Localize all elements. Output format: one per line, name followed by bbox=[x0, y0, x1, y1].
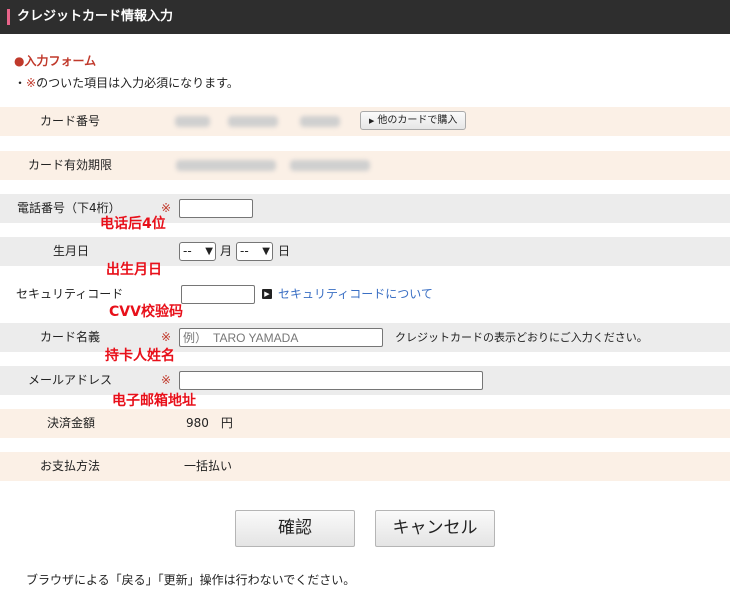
footer-note: ブラウザによる「戻る」「更新」操作は行わないでください。 bbox=[26, 573, 356, 587]
month-unit: 月 bbox=[220, 244, 233, 258]
play-icon: ▶ bbox=[369, 117, 375, 125]
email-input[interactable] bbox=[179, 371, 483, 390]
chevron-down-icon: ▼ bbox=[262, 246, 270, 257]
phone-last4-input[interactable] bbox=[179, 199, 253, 218]
other-card-button[interactable]: ▶ 他のカードで購入 bbox=[360, 111, 467, 130]
note-prefix: ・ bbox=[14, 76, 27, 90]
email-row: メールアドレス ※ bbox=[0, 366, 730, 395]
page-header: クレジットカード情報入力 bbox=[0, 0, 730, 34]
birth-day-value: -- bbox=[240, 244, 249, 258]
card-holder-name-input[interactable] bbox=[179, 328, 383, 347]
card-number-masked bbox=[175, 116, 210, 127]
card-name-hint: クレジットカードの表示どおりにご入力ください。 bbox=[395, 331, 648, 344]
amount-label: 決済金額 bbox=[47, 416, 96, 430]
security-code-link[interactable]: セキュリティコードについて bbox=[278, 280, 433, 309]
card-expiry-row: カード有効期限 bbox=[0, 151, 730, 180]
form-heading: ●入力フォーム bbox=[14, 54, 97, 68]
cancel-button[interactable]: キャンセル bbox=[375, 510, 495, 547]
other-card-button-label: 他のカードで購入 bbox=[377, 115, 458, 126]
page-title: クレジットカード情報入力 bbox=[17, 9, 174, 24]
amount-value: 980 円 bbox=[186, 416, 233, 430]
card-name-annotation: 持卡人姓名 bbox=[105, 348, 175, 364]
note-text: のついた項目は入力必須になります。 bbox=[36, 76, 239, 90]
birth-day-select[interactable]: -- ▼ bbox=[236, 242, 273, 261]
birthday-label: 生月日 bbox=[53, 244, 90, 258]
birthday-annotation: 出生月日 bbox=[106, 262, 162, 278]
confirm-button[interactable]: 確認 bbox=[235, 510, 355, 547]
birth-month-value: -- bbox=[183, 244, 192, 258]
chevron-down-icon: ▼ bbox=[205, 246, 213, 257]
payment-row: お支払方法 一括払い bbox=[0, 452, 730, 481]
card-name-label: カード名義 bbox=[40, 330, 101, 344]
security-code-input[interactable] bbox=[181, 285, 255, 304]
email-annotation: 电子邮箱地址 bbox=[112, 393, 196, 409]
day-unit: 日 bbox=[278, 244, 291, 258]
email-label: メールアドレス bbox=[28, 373, 113, 387]
card-expiry-label: カード有効期限 bbox=[28, 158, 113, 172]
card-number-masked bbox=[300, 116, 340, 127]
card-number-label: カード番号 bbox=[40, 114, 101, 128]
card-expiry-masked bbox=[290, 160, 370, 171]
security-annotation: CVV校验码 bbox=[109, 304, 183, 320]
phone-annotation: 电话后4位 bbox=[100, 216, 166, 232]
card-expiry-masked bbox=[176, 160, 276, 171]
amount-row: 決済金額 980 円 bbox=[0, 409, 730, 438]
required-mark: ※ bbox=[26, 76, 37, 90]
security-label: セキュリティコード bbox=[16, 287, 124, 301]
card-number-masked bbox=[228, 116, 278, 127]
birth-month-select[interactable]: -- ▼ bbox=[179, 242, 216, 261]
card-number-row: カード番号 ▶ 他のカードで購入 bbox=[0, 107, 730, 136]
arrow-right-icon: ▶ bbox=[262, 289, 272, 299]
required-note: ・※のついた項目は入力必須になります。 bbox=[14, 74, 239, 91]
header-accent-bar bbox=[7, 9, 10, 25]
payment-label: お支払方法 bbox=[40, 459, 101, 473]
payment-value: 一括払い bbox=[184, 459, 233, 473]
